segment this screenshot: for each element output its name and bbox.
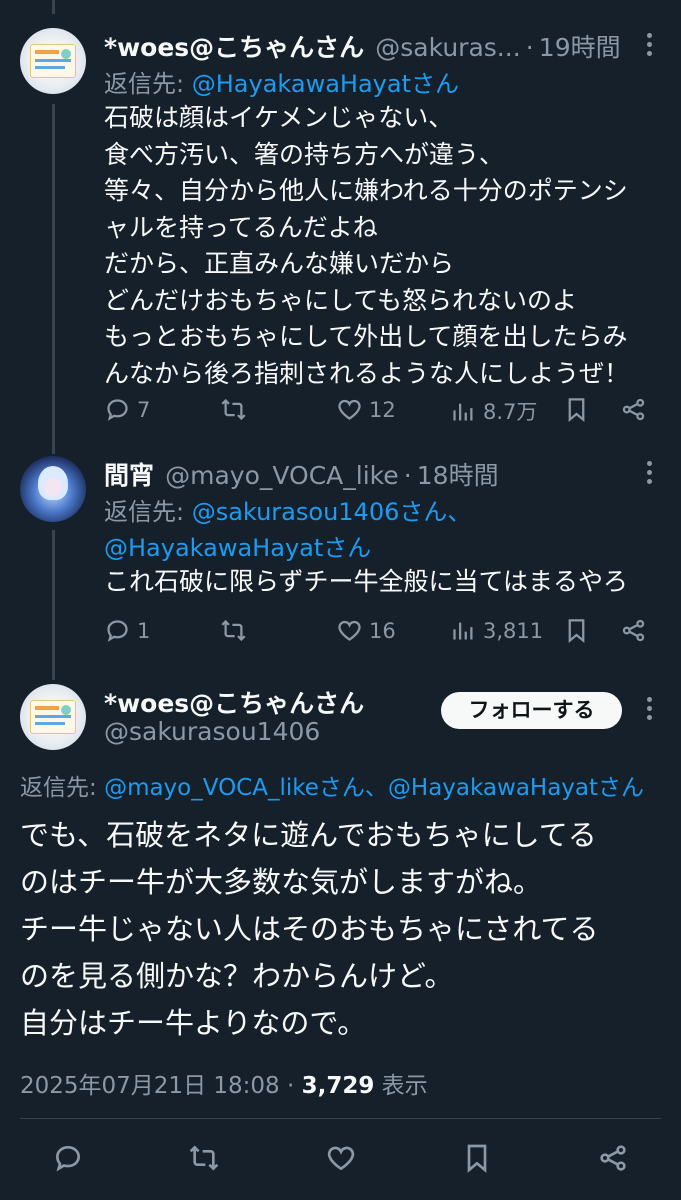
avatar[interactable] — [20, 28, 86, 94]
bookmark-button[interactable] — [563, 396, 590, 423]
reply-icon — [55, 1145, 81, 1172]
views-icon — [453, 403, 473, 420]
timestamp[interactable]: 18時間 — [417, 461, 499, 490]
bookmark-icon — [568, 398, 585, 423]
heart-icon — [338, 399, 361, 420]
tweet-text: 石破は顔はイケメンじゃない、 食べ方汚い、箸の持ち方へが違う、 等々、自分から他… — [104, 103, 630, 388]
handle[interactable]: @mayo_VOCA_like — [165, 461, 399, 490]
follow-button[interactable]: フォローする — [441, 692, 622, 729]
reply-mention-link[interactable]: @HayakawaHayatさん — [104, 534, 371, 562]
tweet-text: でも、石破をネタに遊んでおもちゃにしてる のはチー牛が大多数な気がしますがね。 … — [20, 818, 599, 1040]
more-icon[interactable] — [645, 33, 653, 61]
views-label: 表示 — [374, 1073, 428, 1099]
thread-connector — [52, 104, 55, 454]
reply-context: 返信先: @HayakawaHayatさん — [104, 64, 459, 99]
more-icon[interactable] — [645, 697, 653, 725]
reply-mention-link[interactable]: @sakurasou1406さん、 — [192, 498, 472, 526]
reply-prefix: 返信先: — [104, 498, 192, 526]
reply-button[interactable]: 7 — [104, 396, 150, 423]
display-name[interactable]: *woes@こちゃんさん — [104, 33, 364, 62]
reply-icon — [107, 620, 128, 642]
share-button[interactable] — [620, 396, 647, 423]
like-button[interactable]: 16 — [336, 617, 396, 644]
views-button[interactable]: 8.7万 — [450, 396, 537, 426]
bookmark-button[interactable] — [563, 617, 590, 644]
view-count: 8.7万 — [483, 400, 538, 424]
thread-connector — [52, 0, 55, 14]
reply-button[interactable] — [52, 1142, 84, 1174]
view-count: 3,729 — [301, 1073, 375, 1099]
reply-prefix: 返信先: — [104, 70, 192, 98]
retweet-button[interactable] — [220, 617, 253, 644]
share-button[interactable] — [620, 617, 647, 644]
bookmark-icon — [467, 1144, 487, 1173]
display-name[interactable]: *woes@こちゃんさん — [104, 684, 364, 720]
reply-count: 1 — [137, 618, 151, 643]
retweet-icon — [189, 1145, 219, 1171]
reply-prefix: 返信先: — [20, 775, 105, 801]
like-button[interactable] — [325, 1142, 357, 1174]
reply-mention-link[interactable]: @HayakawaHayatさん — [192, 70, 459, 98]
heart-icon — [338, 620, 361, 641]
retweet-button[interactable] — [188, 1142, 220, 1174]
divider — [20, 1118, 661, 1119]
timestamp[interactable]: 19時間 — [539, 33, 621, 62]
share-icon — [622, 619, 645, 642]
like-button[interactable]: 12 — [336, 396, 396, 423]
like-count: 16 — [369, 618, 396, 643]
retweet-icon — [221, 619, 246, 642]
view-count: 3,811 — [483, 618, 544, 643]
thread-connector — [52, 530, 55, 680]
display-name[interactable]: 間宵 — [104, 461, 154, 490]
retweet-icon — [221, 398, 246, 421]
avatar[interactable] — [20, 456, 86, 522]
views-button[interactable]: 3,811 — [450, 617, 543, 644]
separator: · — [525, 33, 534, 62]
bookmark-icon — [568, 619, 585, 644]
reply-button[interactable]: 1 — [104, 617, 150, 644]
more-icon[interactable] — [645, 461, 653, 489]
share-icon — [622, 398, 645, 421]
tweet-meta: 2025年07月21日 18:08 · 3,729 表示 — [20, 1066, 428, 1100]
reply-context: 返信先: @sakurasou1406さん、 — [104, 492, 471, 527]
tweet-text: これ石破に限らずチー牛全般に当てはまるやろ — [104, 567, 629, 596]
retweet-button[interactable] — [220, 396, 253, 423]
reply-mention-link[interactable]: @mayo_VOCA_likeさん、@HayakawaHayatさん — [104, 775, 644, 801]
tweet-thread-page: *woes@こちゃんさん @sakuras... · 19時間 返信先: @Ha… — [0, 0, 681, 1200]
handle[interactable]: @sakuras... — [375, 33, 520, 62]
bookmark-button[interactable] — [461, 1142, 493, 1174]
share-button[interactable] — [597, 1142, 629, 1174]
avatar[interactable] — [20, 684, 86, 750]
reply-icon — [107, 399, 128, 421]
like-count: 12 — [369, 397, 396, 422]
heart-icon — [327, 1146, 355, 1171]
reply-count: 7 — [137, 397, 151, 422]
handle[interactable]: @sakurasou1406 — [104, 717, 320, 746]
reply-context: 返信先: @mayo_VOCA_likeさん、@HayakawaHayatさん — [20, 768, 644, 802]
views-icon — [453, 622, 473, 640]
separator: · — [403, 461, 412, 490]
post-timestamp[interactable]: 2025年07月21日 18:08 · — [20, 1073, 302, 1099]
share-icon — [600, 1145, 626, 1171]
